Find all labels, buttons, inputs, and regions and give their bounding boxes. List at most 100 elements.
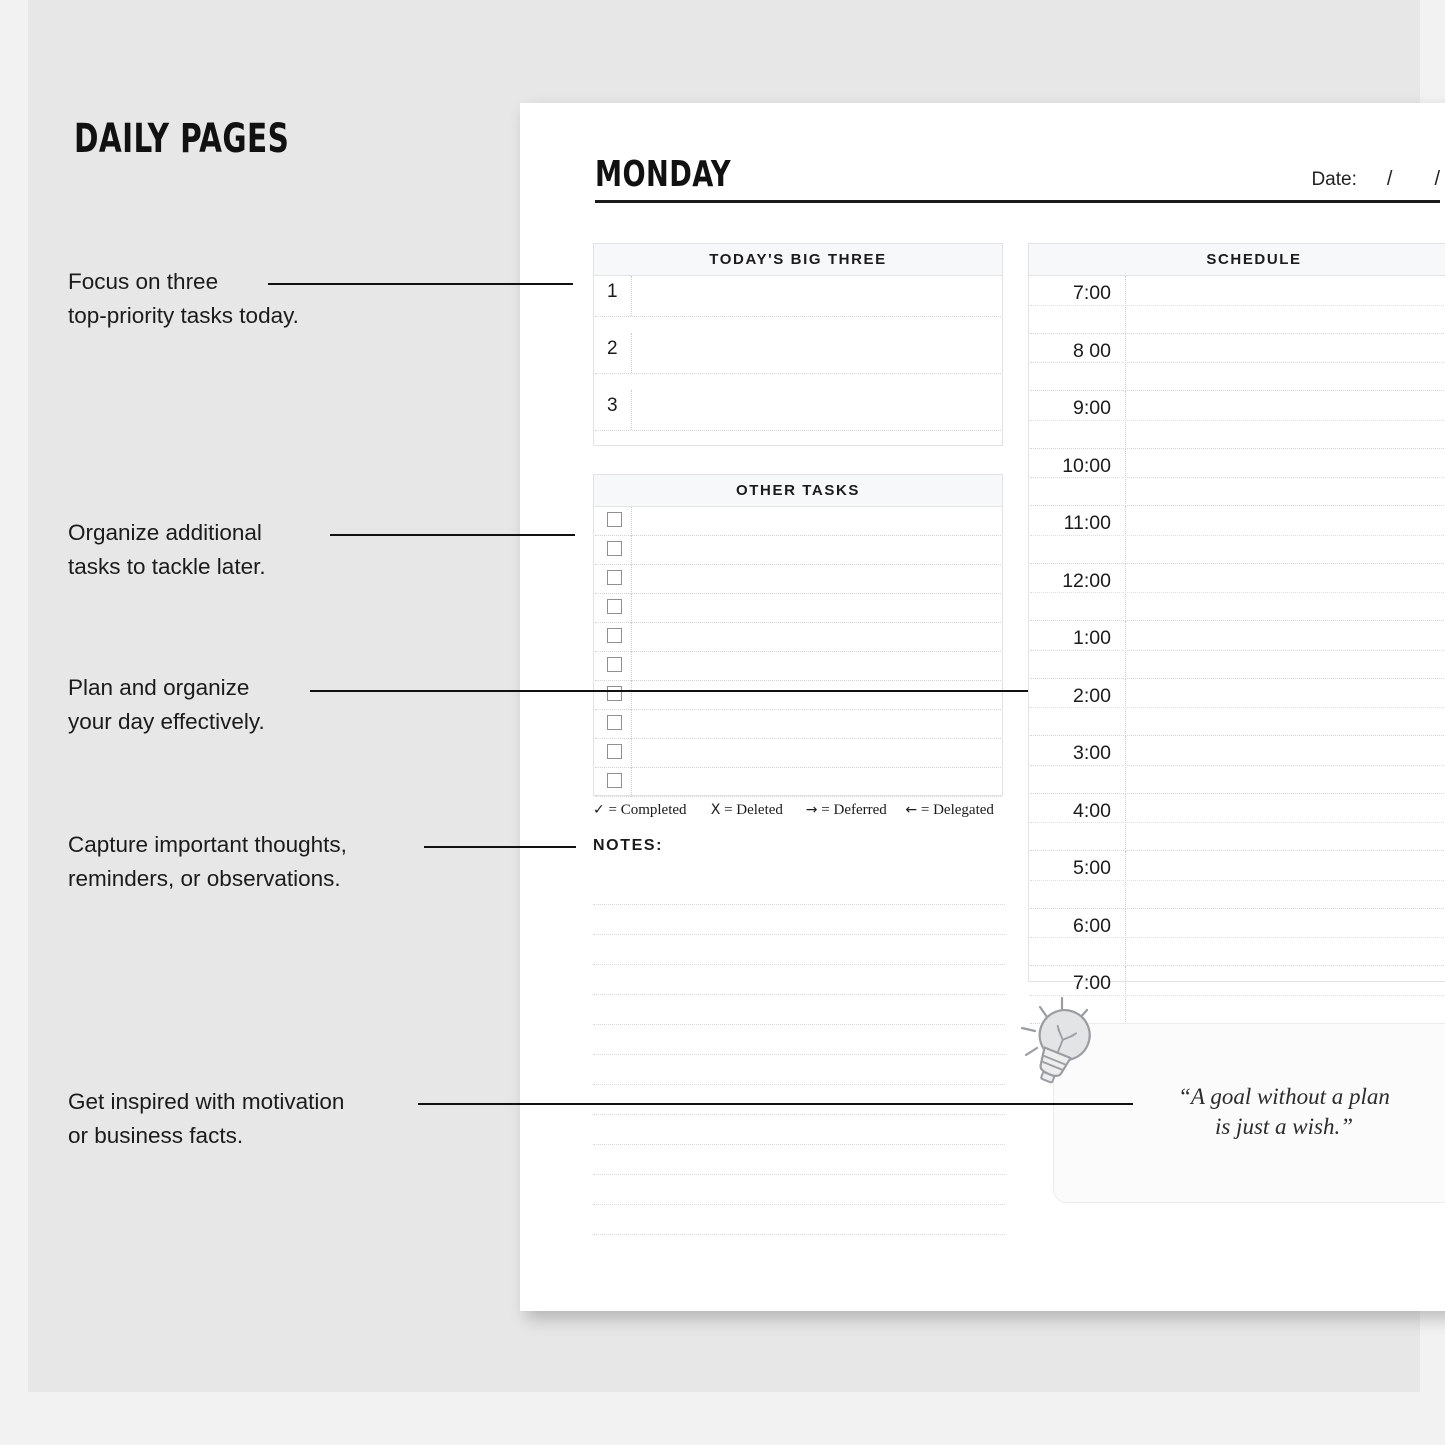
schedule-row[interactable]: 4:00 — [1029, 793, 1445, 851]
row-divider — [631, 739, 632, 768]
half-hour-line — [1030, 419, 1445, 421]
task-checkbox[interactable] — [607, 773, 622, 788]
task-checkbox[interactable] — [607, 686, 622, 701]
schedule-row[interactable]: 6:00 — [1029, 908, 1445, 966]
annotation-line-2: top-priority tasks today. — [68, 303, 299, 328]
notes-writing-line[interactable] — [593, 1085, 1005, 1115]
half-hour-line — [1030, 362, 1445, 364]
row-divider — [631, 565, 632, 594]
row-writing-line — [595, 430, 1001, 431]
notes-writing-line[interactable] — [593, 1175, 1005, 1205]
schedule-row[interactable]: 9:00 — [1029, 391, 1445, 449]
task-checkbox[interactable] — [607, 657, 622, 672]
task-row[interactable] — [594, 507, 1002, 536]
task-row[interactable] — [594, 681, 1002, 710]
leader-line-focus-three — [268, 283, 573, 285]
legend-label: = Deferred — [821, 802, 887, 818]
legend-item: → = Deferred — [806, 802, 906, 819]
task-checkbox[interactable] — [607, 744, 622, 759]
row-divider — [631, 390, 632, 430]
schedule-time-label: 3:00 — [1073, 742, 1111, 764]
row-divider — [631, 594, 632, 623]
row-divider — [631, 623, 632, 652]
date-field[interactable]: Date: / / — [1311, 168, 1440, 191]
task-symbol-legend: ✓ = Completed X = Deleted → = Deferred ← = … — [593, 802, 1005, 819]
schedule-rows: 7:00 8 00 9:00 10:00 11:00 12:00 1:00 2:00 3:00 4… — [1029, 276, 1445, 1024]
annotation-line-2: reminders, or observations. — [68, 866, 341, 891]
big-three-row[interactable]: 2 — [594, 333, 1002, 390]
annotation-get-inspired: Get inspired with motivation or business… — [68, 1085, 344, 1153]
schedule-time-label: 1:00 — [1073, 627, 1111, 649]
schedule-row[interactable]: 5:00 — [1029, 851, 1445, 909]
notes-lines — [593, 875, 1005, 1235]
notes-writing-line[interactable] — [593, 1025, 1005, 1055]
task-row[interactable] — [594, 710, 1002, 739]
annotation-line-1: Plan and organize — [68, 675, 250, 700]
task-row[interactable] — [594, 594, 1002, 623]
row-writing-line — [595, 796, 1001, 797]
notes-title: NOTES: — [593, 837, 664, 854]
big-three-number: 2 — [607, 338, 618, 359]
notes-writing-line[interactable] — [593, 935, 1005, 965]
half-hour-line — [1030, 879, 1445, 881]
schedule-time-label: 11:00 — [1063, 512, 1111, 534]
notes-writing-line[interactable] — [593, 965, 1005, 995]
schedule-time-label: 2:00 — [1073, 684, 1111, 707]
task-row[interactable] — [594, 768, 1002, 797]
task-checkbox[interactable] — [607, 512, 622, 527]
notes-writing-line[interactable] — [593, 1145, 1005, 1175]
half-hour-line — [1030, 304, 1445, 306]
task-row[interactable] — [594, 652, 1002, 681]
legend-item: X = Deleted — [711, 802, 806, 819]
task-row[interactable] — [594, 623, 1002, 652]
schedule-row[interactable]: 11:00 — [1029, 506, 1445, 564]
annotation-line-2: your day effectively. — [68, 709, 265, 734]
schedule-row[interactable]: 7:00 — [1029, 276, 1445, 334]
date-label: Date: — [1311, 169, 1357, 190]
quote-text: “A goal without a plan is just a wish.” — [1114, 1082, 1445, 1142]
lightbulb-icon — [1017, 993, 1113, 1097]
legend-item: ✓ = Completed — [593, 802, 711, 819]
task-checkbox[interactable] — [607, 715, 622, 730]
big-three-row[interactable]: 3 — [594, 390, 1002, 447]
other-tasks-title: OTHER TASKS — [594, 475, 1002, 507]
schedule-row[interactable]: 8 00 — [1029, 333, 1445, 391]
legend-item: ← = Delegated — [905, 802, 1005, 819]
row-divider — [631, 710, 632, 739]
half-hour-line — [1030, 534, 1445, 536]
schedule-row[interactable]: 2:00 — [1029, 678, 1445, 736]
task-checkbox[interactable] — [607, 628, 622, 643]
task-checkbox[interactable] — [607, 599, 622, 614]
task-row[interactable] — [594, 536, 1002, 565]
notes-writing-line[interactable] — [593, 1115, 1005, 1145]
annotation-line-2: or business facts. — [68, 1123, 244, 1148]
notes-writing-line[interactable] — [593, 875, 1005, 905]
leader-line-capture-thoughts — [424, 846, 576, 848]
big-three-panel: TODAY'S BIG THREE 1 2 3 — [593, 243, 1003, 446]
half-hour-line — [1030, 822, 1445, 824]
notes-writing-line[interactable] — [593, 1205, 1005, 1235]
schedule-row[interactable]: 10:00 — [1029, 448, 1445, 506]
schedule-time-label: 10:00 — [1062, 454, 1111, 477]
half-hour-line — [1030, 707, 1445, 709]
task-checkbox[interactable] — [607, 570, 622, 585]
schedule-row[interactable]: 3:00 — [1029, 736, 1445, 794]
schedule-time-label: 7:00 — [1073, 972, 1111, 994]
legend-symbol: X — [710, 802, 721, 818]
task-row[interactable] — [594, 565, 1002, 594]
legend-symbol: → — [805, 802, 818, 818]
schedule-time-label: 5:00 — [1073, 857, 1111, 879]
big-three-row[interactable]: 1 — [594, 276, 1002, 333]
notes-writing-line[interactable] — [593, 1055, 1005, 1085]
notes-writing-line[interactable] — [593, 995, 1005, 1025]
row-divider — [631, 536, 632, 565]
quote-line-2: is just a wish.” — [1214, 1114, 1354, 1139]
schedule-row[interactable]: 1:00 — [1029, 621, 1445, 679]
task-checkbox[interactable] — [607, 541, 622, 556]
task-row[interactable] — [594, 739, 1002, 768]
schedule-time-label: 6:00 — [1073, 914, 1111, 937]
half-hour-line — [1030, 477, 1445, 479]
schedule-row[interactable]: 12:00 — [1029, 563, 1445, 621]
notes-writing-line[interactable] — [593, 905, 1005, 935]
legend-label: = Delegated — [920, 802, 994, 818]
